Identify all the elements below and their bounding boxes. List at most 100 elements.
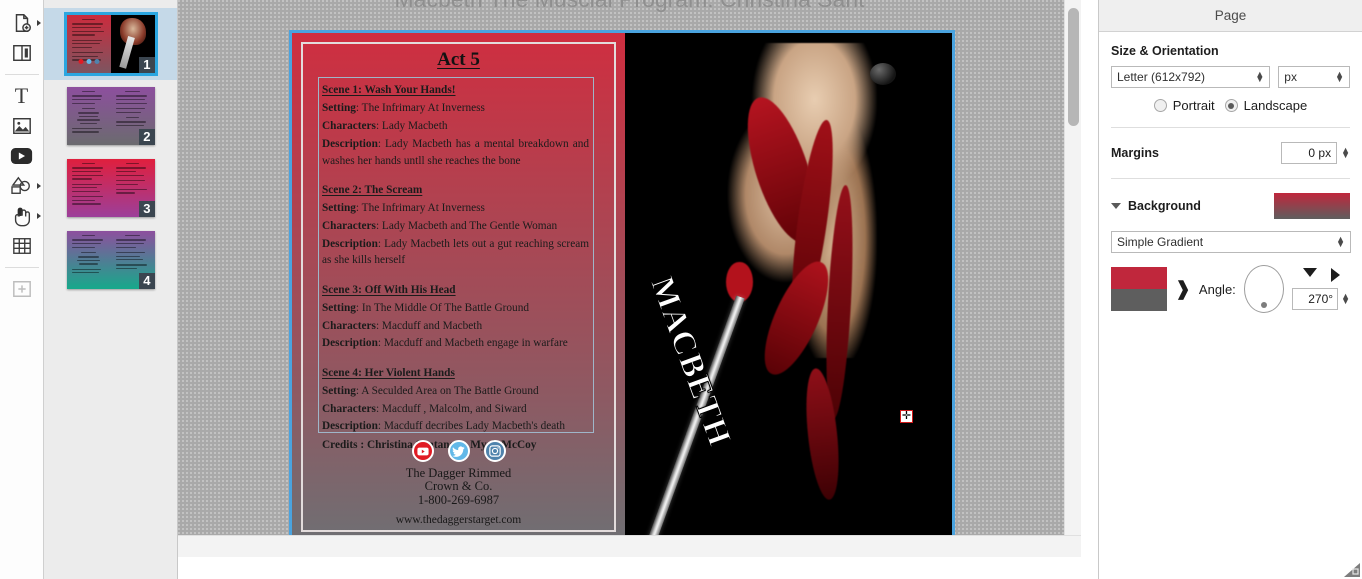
- page-thumbnail-4[interactable]: 4: [66, 231, 155, 289]
- shapes-icon: [10, 176, 30, 194]
- right-page[interactable]: MACBETH: [625, 33, 952, 541]
- page-layout-icon: [12, 45, 31, 61]
- scene-setting: Setting: A Seculded Area on The Battle G…: [322, 384, 539, 397]
- characters-value: Lady Macbeth: [381, 119, 448, 132]
- page-thumbnail-2[interactable]: 2: [66, 87, 155, 145]
- page-thumbnail-1[interactable]: 1: [63, 12, 158, 76]
- table-tool[interactable]: [0, 231, 44, 261]
- background-type-select[interactable]: Simple Gradient ▲ ▼: [1111, 231, 1351, 253]
- page-thumbnail-row[interactable]: 3: [44, 152, 177, 224]
- angle-dial[interactable]: [1243, 265, 1285, 313]
- vertical-scroll-thumb[interactable]: [1068, 8, 1079, 126]
- left-page[interactable]: Act 5 Scene 1: Wash Your Hands! Setting:…: [292, 33, 625, 541]
- add-page-tool[interactable]: [0, 8, 44, 38]
- setting-label: Setting: [322, 384, 356, 397]
- portrait-radio[interactable]: [1153, 99, 1167, 112]
- page-thumbnail-3[interactable]: 3: [66, 159, 155, 217]
- toolbar-divider: [4, 267, 39, 268]
- act-title: Act 5: [437, 49, 480, 70]
- description-label: Description: [322, 337, 378, 350]
- move-cursor-icon: ✛: [900, 410, 913, 423]
- youtube-icon[interactable]: [411, 440, 434, 462]
- page-thumbnail-row[interactable]: 4: [44, 224, 177, 296]
- panel-divider: [1111, 127, 1350, 128]
- add-placeholder-tool[interactable]: [0, 274, 44, 304]
- scene-characters: Characters: Lady Macbeth and The Gentle …: [322, 219, 558, 232]
- shapes-tool[interactable]: [0, 171, 44, 201]
- gradient-start-color[interactable]: [1111, 267, 1167, 289]
- background-preview-swatch[interactable]: [1274, 193, 1350, 219]
- thumbnail-text-lines: [71, 163, 106, 213]
- video-tool[interactable]: [0, 141, 44, 171]
- page-spread[interactable]: Act 5 Scene 1: Wash Your Hands! Setting:…: [289, 30, 955, 544]
- portrait-label: Portrait: [1172, 98, 1215, 113]
- portrait-option[interactable]: Portrait: [1153, 98, 1215, 113]
- scene-setting: Setting: The Infrimary At Inverness: [322, 201, 485, 214]
- instagram-icon[interactable]: [483, 440, 506, 462]
- size-orientation-label: Size & Orientation: [1111, 44, 1219, 58]
- landscape-label: Landscape: [1243, 98, 1308, 113]
- image-tool[interactable]: [0, 111, 44, 141]
- setting-label: Setting: [322, 201, 356, 214]
- margins-stepper[interactable]: ▲ ▼: [1341, 146, 1350, 160]
- background-toggle[interactable]: Background: [1111, 199, 1201, 213]
- thumbnail-text-lines: [71, 235, 106, 285]
- image-icon: [12, 118, 31, 134]
- text-tool[interactable]: T: [0, 81, 44, 111]
- scene-heading: Scene 1: Wash Your Hands!: [322, 84, 456, 96]
- scene-gap: [322, 352, 589, 365]
- swap-colors-icon[interactable]: ❱: [1175, 278, 1191, 301]
- thumbnail-text-lines: [71, 91, 106, 141]
- chevron-updown-icon: ▲ ▼: [1255, 69, 1265, 84]
- angle-stepper[interactable]: ▲ ▼: [1341, 292, 1350, 306]
- website-url: www.thedaggerstarget.com: [395, 514, 522, 527]
- characters-label: Characters: [322, 219, 376, 232]
- canvas-horizontal-scrollbar[interactable]: [178, 535, 1081, 557]
- scene-characters: Characters: Macduff and Macbeth: [322, 319, 483, 332]
- page-thumbnail-row[interactable]: 1: [44, 8, 177, 80]
- background-header[interactable]: Background: [1111, 193, 1350, 219]
- margins-input[interactable]: 0 px: [1281, 142, 1338, 164]
- pages-panel[interactable]: 1 2 3 4: [44, 0, 178, 579]
- size-row: Letter (612x792) ▲ ▼ px ▲ ▼: [1111, 66, 1350, 88]
- scene-text-box[interactable]: Scene 1: Wash Your Hands! Setting: The I…: [318, 77, 594, 451]
- margins-label: Margins: [1111, 146, 1159, 160]
- angle-input[interactable]: 270°: [1292, 288, 1339, 310]
- thumbnail-left-page: [66, 159, 111, 217]
- twitter-icon[interactable]: [447, 440, 470, 462]
- page-thumbnail-row[interactable]: 2: [44, 80, 177, 152]
- scene-gap: [322, 169, 589, 182]
- angle-down-icon[interactable]: [1302, 268, 1317, 277]
- background-label: Background: [1128, 199, 1201, 213]
- caret-down-icon[interactable]: [1111, 203, 1121, 209]
- description-label: Description: [322, 238, 378, 250]
- canvas-surface[interactable]: Macbeth The Muscial Program: Christina S…: [178, 0, 1081, 557]
- resize-grip-icon[interactable]: [1344, 563, 1360, 577]
- setting-value: In The Middle Of The Battle Ground: [361, 301, 529, 314]
- characters-label: Characters: [322, 319, 376, 332]
- thumbnail-left-page: [66, 231, 111, 289]
- angle-dial-handle[interactable]: [1260, 302, 1267, 308]
- page-number-badge: 1: [139, 57, 155, 73]
- panel-title: Page: [1099, 0, 1362, 32]
- setting-value: The Infrimary At Inverness: [361, 101, 485, 114]
- thumbnail-social-icons: [78, 59, 99, 64]
- landscape-radio[interactable]: [1224, 99, 1238, 112]
- scene-description: Description: Lady Macbeth has a mental b…: [322, 138, 589, 167]
- canvas-vertical-scrollbar[interactable]: [1064, 0, 1081, 557]
- page-layout-tool[interactable]: [0, 38, 44, 68]
- unit-select[interactable]: px ▲ ▼: [1278, 66, 1350, 88]
- scene-gap: [322, 269, 589, 282]
- scene-description: Description: Macduff decribes Lady Macbe…: [322, 420, 566, 433]
- gradient-end-color[interactable]: [1111, 289, 1167, 311]
- video-icon: [10, 148, 33, 164]
- page-plus-icon: [15, 14, 31, 32]
- characters-label: Characters: [322, 119, 376, 132]
- hand-tool[interactable]: [0, 201, 44, 231]
- properties-panel: Page Size & Orientation Letter (612x792)…: [1098, 0, 1362, 579]
- angle-right-icon[interactable]: [1330, 268, 1340, 282]
- instagram-glyph-icon: [488, 445, 501, 457]
- page-size-select[interactable]: Letter (612x792) ▲ ▼: [1111, 66, 1271, 88]
- setting-value: A Seculded Area on The Battle Ground: [361, 384, 539, 397]
- landscape-option[interactable]: Landscape: [1224, 98, 1308, 113]
